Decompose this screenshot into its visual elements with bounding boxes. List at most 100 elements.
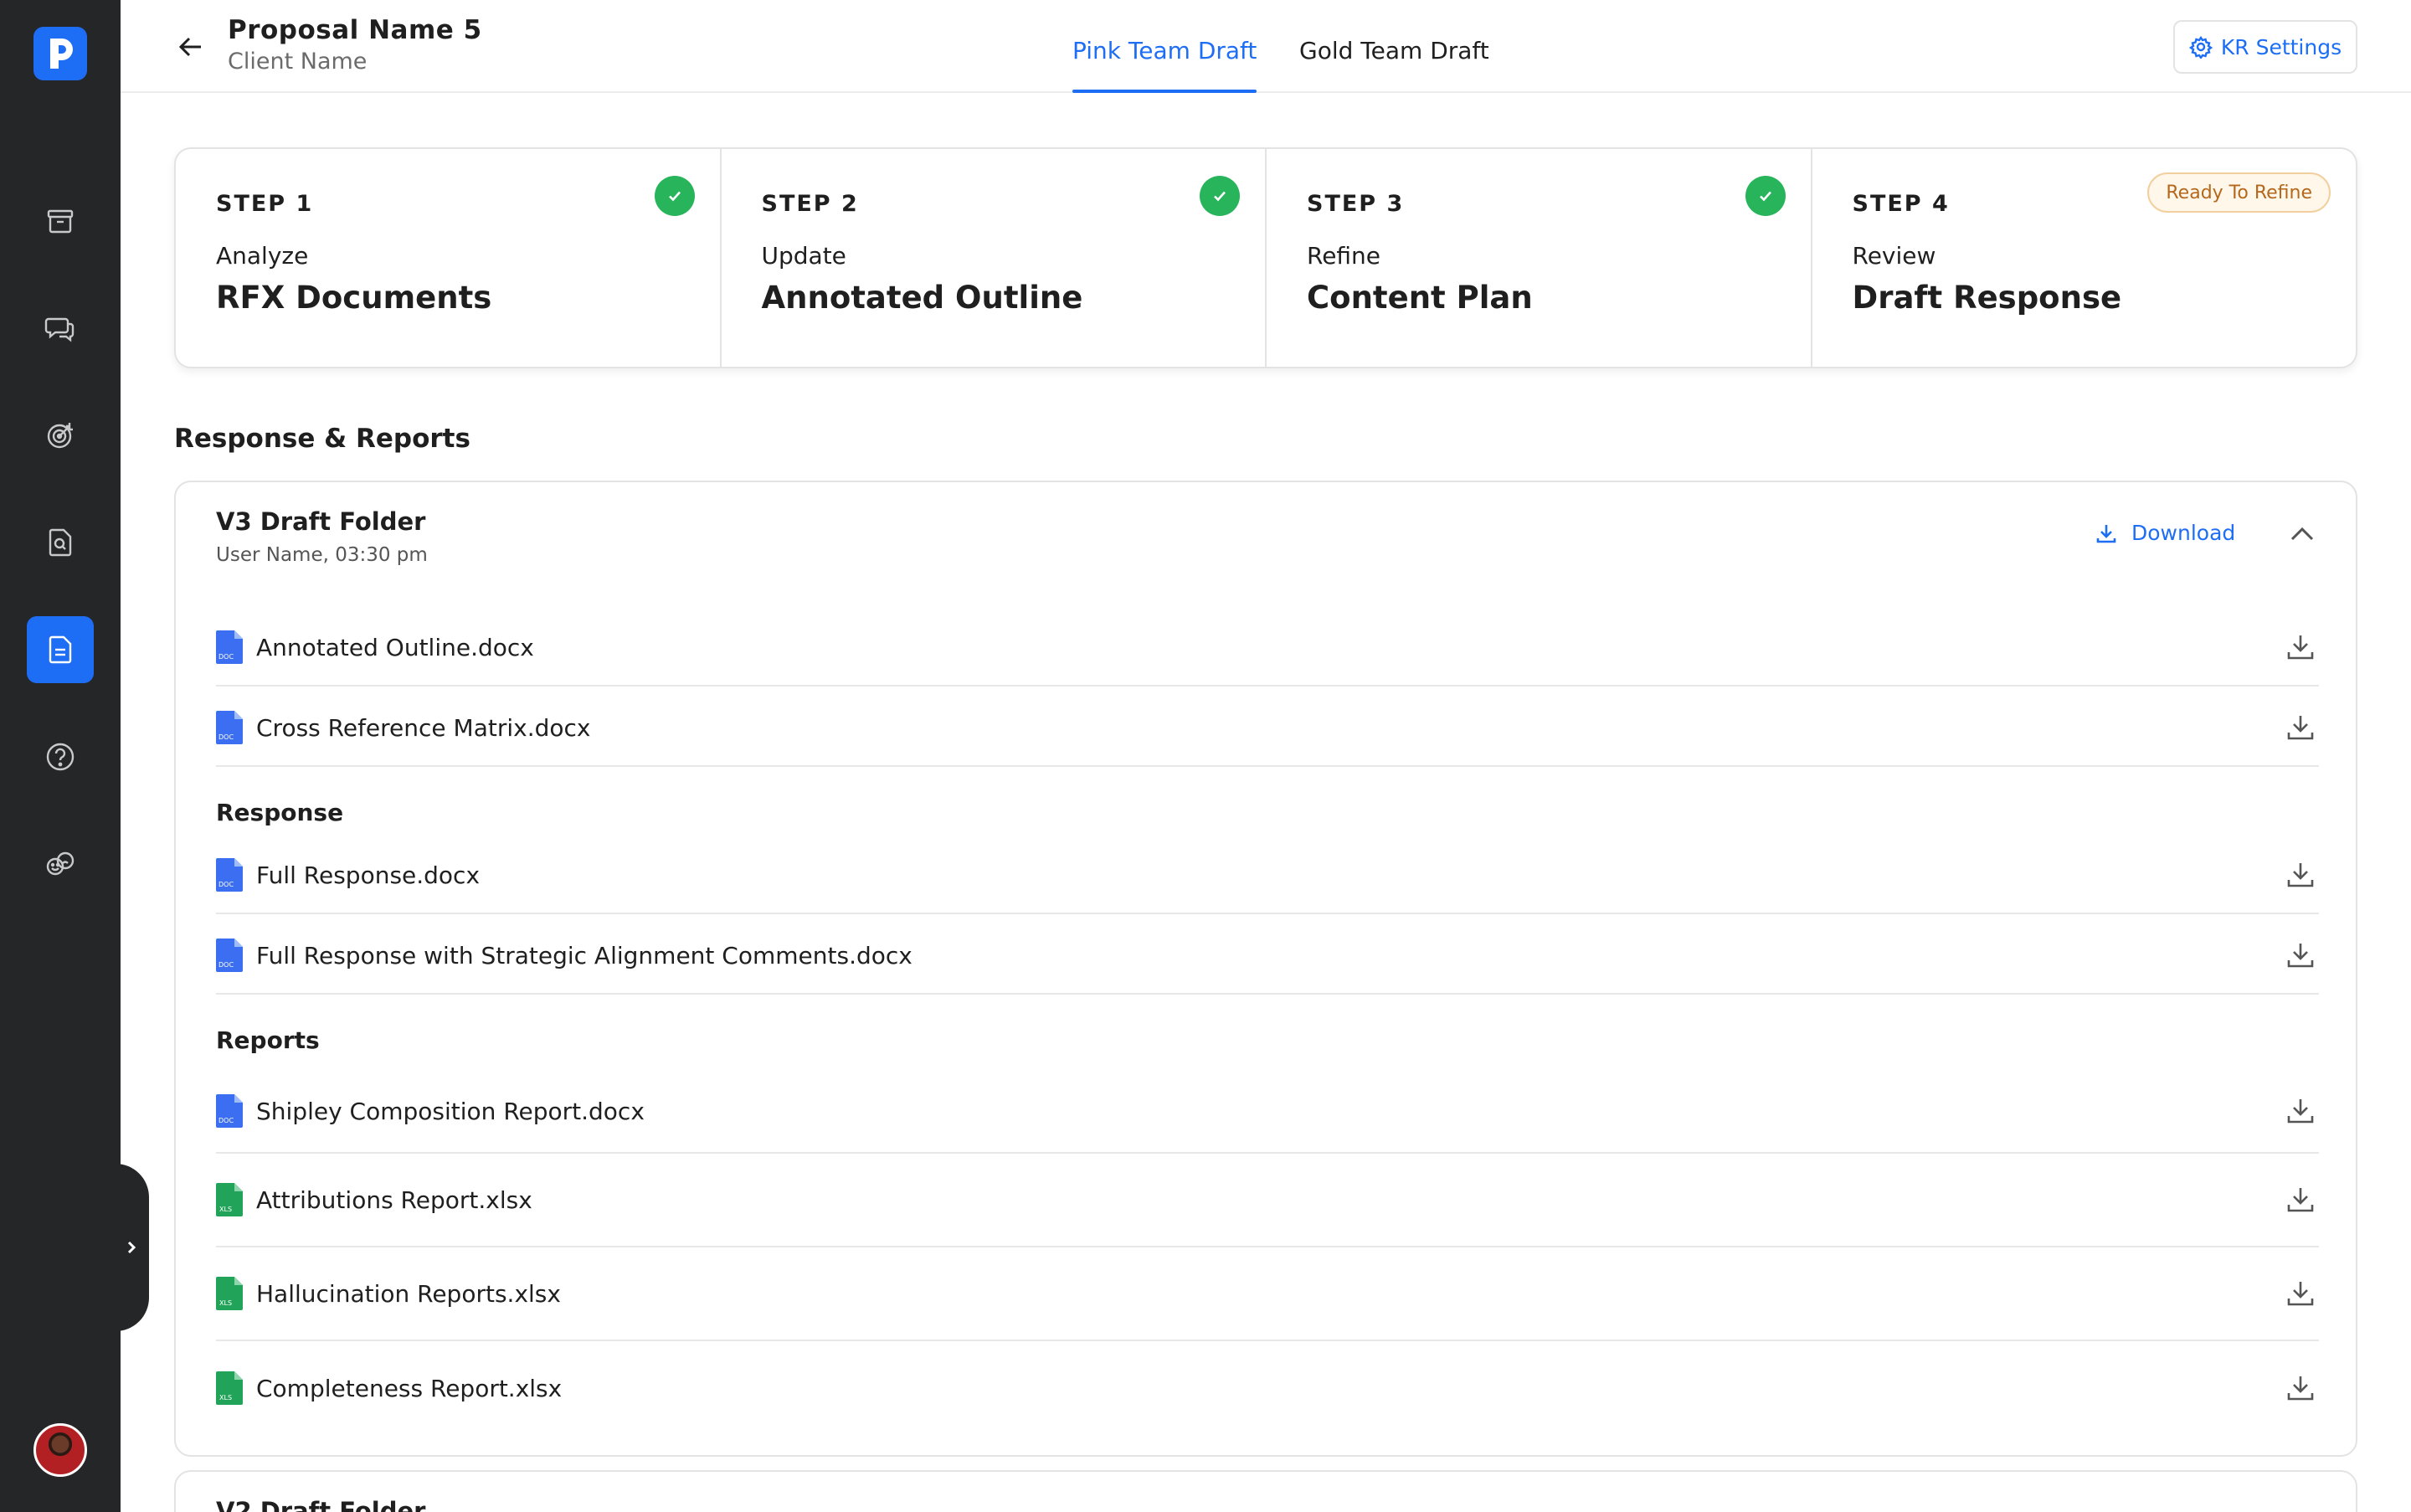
step-action: Review [1852,242,1936,270]
document-search-icon [49,528,72,557]
file-name: Hallucination Reports.xlsx [256,1279,561,1308]
section-title: Response & Reports [174,424,470,454]
download-icon [2287,944,2314,968]
file-row[interactable]: XLS Completeness Report.xlsx [216,1341,2319,1435]
file-name: Completeness Report.xlsx [256,1374,563,1402]
file-name: Annotated Outline.docx [256,633,534,661]
document-icon [49,635,72,664]
file-name: Full Response.docx [256,861,481,889]
doc-file-icon: DOC [216,630,243,664]
file-download-button[interactable] [2282,1370,2319,1407]
svg-text:XLS: XLS [219,1394,232,1401]
step-action: Update [761,242,846,270]
check-circle-icon [1200,176,1240,216]
nav-archive[interactable] [27,188,94,255]
back-button[interactable] [174,30,208,64]
svg-text:DOC: DOC [218,733,234,741]
step-name: Annotated Outline [761,280,1083,316]
step-action: Refine [1307,242,1381,270]
check-circle-icon [1745,176,1786,216]
arrow-left-icon [178,37,201,57]
feedback-icon [46,851,75,876]
kr-settings-button[interactable]: KR Settings [2173,20,2357,74]
file-row[interactable]: XLS Hallucination Reports.xlsx [216,1247,2319,1341]
target-icon [47,423,73,449]
help-icon [46,743,75,771]
chevron-right-icon [127,1241,136,1254]
file-name: Shipley Composition Report.docx [256,1097,645,1125]
check-circle-icon [654,176,695,216]
file-download-button[interactable] [2282,629,2319,666]
user-avatar[interactable] [33,1423,87,1477]
download-icon [2287,1376,2314,1401]
workflow-steps: STEP 1 Analyze RFX Documents STEP 2 Upda… [174,147,2357,368]
doc-file-icon: DOC [216,1094,243,1128]
step-name: Content Plan [1307,280,1533,316]
svg-text:DOC: DOC [218,653,234,661]
step-name: Draft Response [1852,280,2122,316]
file-download-button[interactable] [2282,1093,2319,1129]
download-icon [2287,716,2314,740]
step-label: STEP 2 [761,191,859,217]
client-name: Client Name [228,49,368,75]
file-row[interactable]: DOC Cross Reference Matrix.docx [216,697,2319,767]
svg-text:XLS: XLS [219,1299,232,1307]
sidebar-expand-toggle[interactable] [114,1164,149,1331]
doc-file-icon: DOC [216,711,243,744]
file-row[interactable]: DOC Full Response.docx [216,844,2319,914]
step-label: STEP 1 [216,191,314,217]
folder-meta: User Name, 03:30 pm [216,544,428,566]
download-icon [2287,1099,2314,1124]
collapse-button[interactable] [2284,516,2321,553]
archive-icon [47,209,74,234]
folder-name: V3 Draft Folder [216,507,426,536]
sidebar [0,0,121,1512]
folder-card-v2[interactable]: V2 Draft Folder [174,1470,2357,1512]
tab-gold-team-draft[interactable]: Gold Team Draft [1299,37,1489,93]
group-label-response: Response [216,799,344,826]
step-3[interactable]: STEP 3 Refine Content Plan [1267,149,1812,367]
doc-file-icon: DOC [216,939,243,972]
svg-text:DOC: DOC [218,1117,234,1124]
gear-icon [2188,35,2213,59]
chevron-up-icon [2290,527,2314,541]
page-title: Proposal Name 5 [228,15,482,45]
tab-pink-team-draft[interactable]: Pink Team Draft [1072,37,1257,93]
download-icon [2096,524,2116,543]
file-download-button[interactable] [2282,856,2319,893]
xls-file-icon: XLS [216,1371,243,1405]
file-row[interactable]: DOC Annotated Outline.docx [216,616,2319,687]
xls-file-icon: XLS [216,1183,243,1216]
download-icon [2287,863,2314,887]
folder-card: V3 Draft Folder User Name, 03:30 pm Down… [174,481,2357,1457]
file-name: Attributions Report.xlsx [256,1185,532,1214]
nav-chat[interactable] [27,295,94,362]
file-name: Full Response with Strategic Alignment C… [256,941,912,969]
nav-documents[interactable] [27,616,94,683]
file-download-button[interactable] [2282,1181,2319,1218]
doc-file-icon: DOC [216,858,243,892]
nav-help[interactable] [27,723,94,790]
file-row[interactable]: XLS Attributions Report.xlsx [216,1154,2319,1247]
step-2[interactable]: STEP 2 Update Annotated Outline [722,149,1267,367]
file-download-button[interactable] [2282,1275,2319,1312]
svg-text:DOC: DOC [218,961,234,969]
file-row[interactable]: DOC Full Response with Strategic Alignme… [216,924,2319,995]
step-4[interactable]: STEP 4 Review Draft Response Ready To Re… [1812,149,2357,367]
nav-document-search[interactable] [27,509,94,576]
file-name: Cross Reference Matrix.docx [256,713,591,742]
download-label: Download [2131,521,2236,545]
svg-text:XLS: XLS [219,1206,232,1213]
nav-feedback[interactable] [27,831,94,897]
folder-download-button[interactable]: Download [2095,521,2235,545]
file-row[interactable]: DOC Shipley Composition Report.docx [216,1077,2319,1154]
nav-target[interactable] [27,402,94,469]
download-icon [2287,635,2314,660]
group-label-reports: Reports [216,1026,320,1054]
app-logo[interactable] [33,27,87,80]
xls-file-icon: XLS [216,1277,243,1310]
file-download-button[interactable] [2282,937,2319,974]
step-action: Analyze [216,242,309,270]
file-download-button[interactable] [2282,709,2319,746]
step-1[interactable]: STEP 1 Analyze RFX Documents [176,149,722,367]
